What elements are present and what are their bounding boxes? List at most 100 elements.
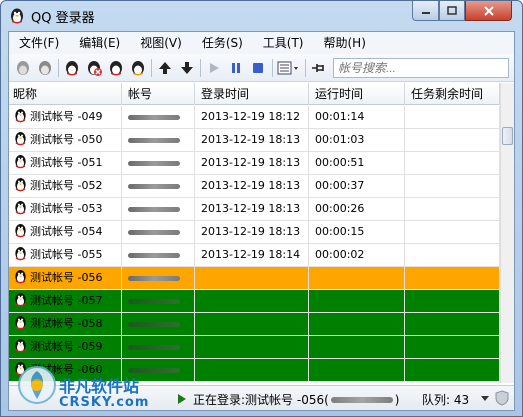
cell-run-time <box>309 290 405 312</box>
minimize-button[interactable] <box>412 1 439 21</box>
table-row[interactable]: 测试帐号 -052 2013-12-19 18:13 00:00:37 <box>9 175 500 198</box>
watermark-text: 非凡软件站 <box>59 377 140 396</box>
qq-penguin-icon <box>15 177 26 192</box>
cell-remaining-time <box>405 106 500 128</box>
chevron-down-icon[interactable] <box>480 395 490 403</box>
cell-account <box>122 244 195 266</box>
move-up-button[interactable] <box>155 58 175 78</box>
column-nickname[interactable]: 昵称 <box>9 83 122 105</box>
account-list: 昵称 帐号 登录时间 运行时间 任务剩余时间 测试帐号 -049 2013-12-… <box>9 83 514 383</box>
penguin-warning-icon <box>132 61 144 76</box>
cell-login-time <box>195 313 309 335</box>
nickname-text: 测试帐号 -050 <box>30 133 103 146</box>
menu-view[interactable]: 视图(V) <box>130 32 192 54</box>
cell-nickname: 测试帐号 -054 <box>9 221 122 243</box>
menu-file[interactable]: 文件(F) <box>9 32 69 54</box>
masked-account <box>128 115 180 120</box>
cell-nickname: 测试帐号 -058 <box>9 313 122 335</box>
warn-account-button[interactable] <box>128 58 148 78</box>
masked-account <box>128 184 180 189</box>
close-icon <box>483 5 494 16</box>
table-row[interactable]: 测试帐号 -055 2013-12-19 18:14 00:00:02 <box>9 244 500 267</box>
delete-account-button[interactable] <box>106 58 126 78</box>
nickname-text: 测试帐号 -051 <box>30 156 103 169</box>
vertical-scrollbar[interactable] <box>500 83 514 383</box>
cell-account <box>122 129 195 151</box>
table-row[interactable]: 测试帐号 -058 <box>9 313 500 336</box>
online-button[interactable] <box>35 58 55 78</box>
shield-icon <box>495 390 509 406</box>
cell-account <box>122 152 195 174</box>
logout-button[interactable] <box>84 58 104 78</box>
close-button[interactable] <box>465 1 512 21</box>
cell-login-time: 2013-12-19 18:12 <box>195 106 309 128</box>
move-down-button[interactable] <box>177 58 197 78</box>
start-button[interactable] <box>204 58 224 78</box>
cell-run-time <box>309 359 405 381</box>
cell-account <box>122 313 195 335</box>
column-login-time[interactable]: 登录时间 <box>195 83 309 105</box>
table-row[interactable]: 测试帐号 -050 2013-12-19 18:13 00:01:03 <box>9 129 500 152</box>
qq-penguin-icon <box>15 246 26 261</box>
masked-account <box>128 207 180 212</box>
menu-edit[interactable]: 编辑(E) <box>69 32 130 54</box>
maximize-icon <box>447 6 457 15</box>
cell-account <box>122 267 195 289</box>
list-view-icon <box>277 61 298 75</box>
scrollbar-thumb[interactable] <box>502 127 513 145</box>
penguin-icon <box>66 61 78 76</box>
qq-penguin-icon <box>15 338 26 353</box>
column-run-time[interactable]: 运行时间 <box>309 83 405 105</box>
masked-account <box>128 299 180 304</box>
masked-account <box>128 230 180 235</box>
cell-remaining-time <box>405 336 500 358</box>
table-row[interactable]: 测试帐号 -049 2013-12-19 18:12 00:01:14 <box>9 106 500 129</box>
table-row[interactable]: 测试帐号 -056 <box>9 267 500 290</box>
menu-help[interactable]: 帮助(H) <box>314 32 376 54</box>
account-search-input[interactable] <box>333 58 509 78</box>
penguin-gray-icon <box>17 61 29 75</box>
table-row[interactable]: 测试帐号 -053 2013-12-19 18:13 00:00:26 <box>9 198 500 221</box>
view-options-button[interactable] <box>276 58 302 78</box>
table-row[interactable]: 测试帐号 -057 <box>9 290 500 313</box>
cell-run-time: 00:00:02 <box>309 244 405 266</box>
title-bar[interactable]: QQ 登录器 <box>1 1 522 31</box>
pin-icon <box>312 64 324 72</box>
menu-task[interactable]: 任务(S) <box>192 32 253 54</box>
client-area: 文件(F) 编辑(E) 视图(V) 任务(S) 工具(T) 帮助(H) 昵称 帐… <box>8 31 515 411</box>
login-button[interactable] <box>62 58 82 78</box>
menu-tools[interactable]: 工具(T) <box>253 32 314 54</box>
column-remaining-time[interactable]: 任务剩余时间 <box>405 83 500 105</box>
play-icon <box>210 63 219 73</box>
pin-button[interactable] <box>309 58 329 78</box>
nickname-text: 测试帐号 -055 <box>30 248 103 261</box>
qq-penguin-icon <box>15 315 26 330</box>
maximize-button[interactable] <box>439 1 465 21</box>
offline-button[interactable] <box>13 58 33 78</box>
qq-penguin-icon <box>15 131 26 146</box>
cell-nickname: 测试帐号 -056 <box>9 267 122 289</box>
penguin-remove-icon <box>88 61 102 76</box>
masked-account <box>128 138 180 143</box>
qq-penguin-icon <box>15 108 26 123</box>
cell-login-time: 2013-12-19 18:13 <box>195 129 309 151</box>
table-row[interactable]: 测试帐号 -054 2013-12-19 18:13 00:00:15 <box>9 221 500 244</box>
cell-remaining-time <box>405 244 500 266</box>
status-message: 正在登录:测试帐号 -056( <box>193 393 329 407</box>
stop-button[interactable] <box>248 58 268 78</box>
queue-count: 队列: 43 <box>422 393 470 407</box>
cell-run-time <box>309 313 405 335</box>
cell-remaining-time <box>405 267 500 289</box>
table-row[interactable]: 测试帐号 -059 <box>9 336 500 359</box>
column-account[interactable]: 帐号 <box>122 83 195 105</box>
cell-login-time <box>195 359 309 381</box>
cell-run-time: 00:00:37 <box>309 175 405 197</box>
cell-login-time: 2013-12-19 18:13 <box>195 152 309 174</box>
cell-remaining-time <box>405 198 500 220</box>
cell-run-time: 00:01:14 <box>309 106 405 128</box>
pause-button[interactable] <box>226 58 246 78</box>
status-account-mask <box>331 397 393 403</box>
cell-nickname: 测试帐号 -052 <box>9 175 122 197</box>
cell-login-time: 2013-12-19 18:13 <box>195 221 309 243</box>
table-row[interactable]: 测试帐号 -051 2013-12-19 18:13 00:00:51 <box>9 152 500 175</box>
